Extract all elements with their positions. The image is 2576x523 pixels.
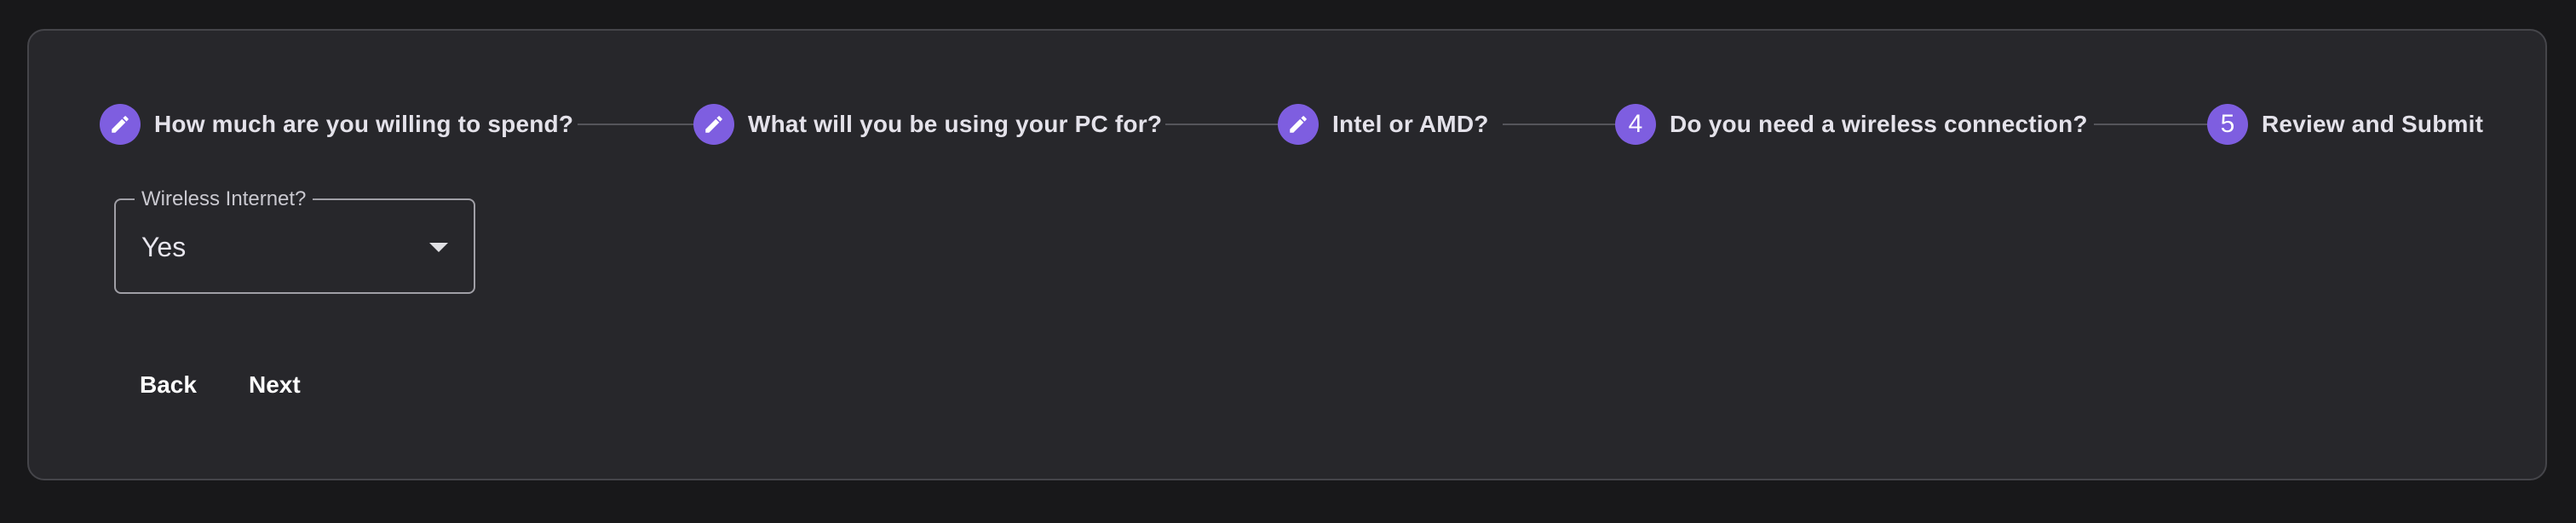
step-1-label: How much are you willing to spend? — [154, 111, 574, 137]
step-5-label: Review and Submit — [2262, 111, 2484, 137]
step-connector — [2094, 124, 2220, 125]
step-5[interactable]: 5 Review and Submit — [2207, 99, 2483, 150]
step-1[interactable]: How much are you willing to spend? — [100, 99, 573, 150]
step-2-label: What will you be using your PC for? — [748, 111, 1163, 137]
step-connector — [578, 124, 704, 125]
step-3[interactable]: Intel or AMD? — [1278, 99, 1489, 150]
stepper: How much are you willing to spend? What … — [29, 99, 2545, 150]
wireless-internet-select[interactable]: Wireless Internet? Yes — [114, 187, 475, 294]
stepper-card: How much are you willing to spend? What … — [27, 29, 2547, 480]
back-button[interactable]: Back — [126, 359, 210, 411]
pencil-icon — [1278, 104, 1319, 145]
step-2[interactable]: What will you be using your PC for? — [693, 99, 1162, 150]
next-button[interactable]: Next — [235, 359, 314, 411]
pencil-icon — [100, 104, 141, 145]
chevron-down-icon — [429, 243, 448, 252]
step-connector — [1503, 124, 1629, 125]
step-5-number: 5 — [2207, 104, 2248, 145]
pencil-icon — [693, 104, 734, 145]
step-4[interactable]: 4 Do you need a wireless connection? — [1615, 99, 2088, 150]
wireless-internet-label: Wireless Internet? — [135, 187, 313, 211]
wireless-internet-value: Yes — [141, 232, 187, 262]
step-connector — [1165, 124, 1291, 125]
step-4-number: 4 — [1615, 104, 1656, 145]
step-4-label: Do you need a wireless connection? — [1670, 111, 2088, 137]
step-3-label: Intel or AMD? — [1332, 111, 1489, 137]
